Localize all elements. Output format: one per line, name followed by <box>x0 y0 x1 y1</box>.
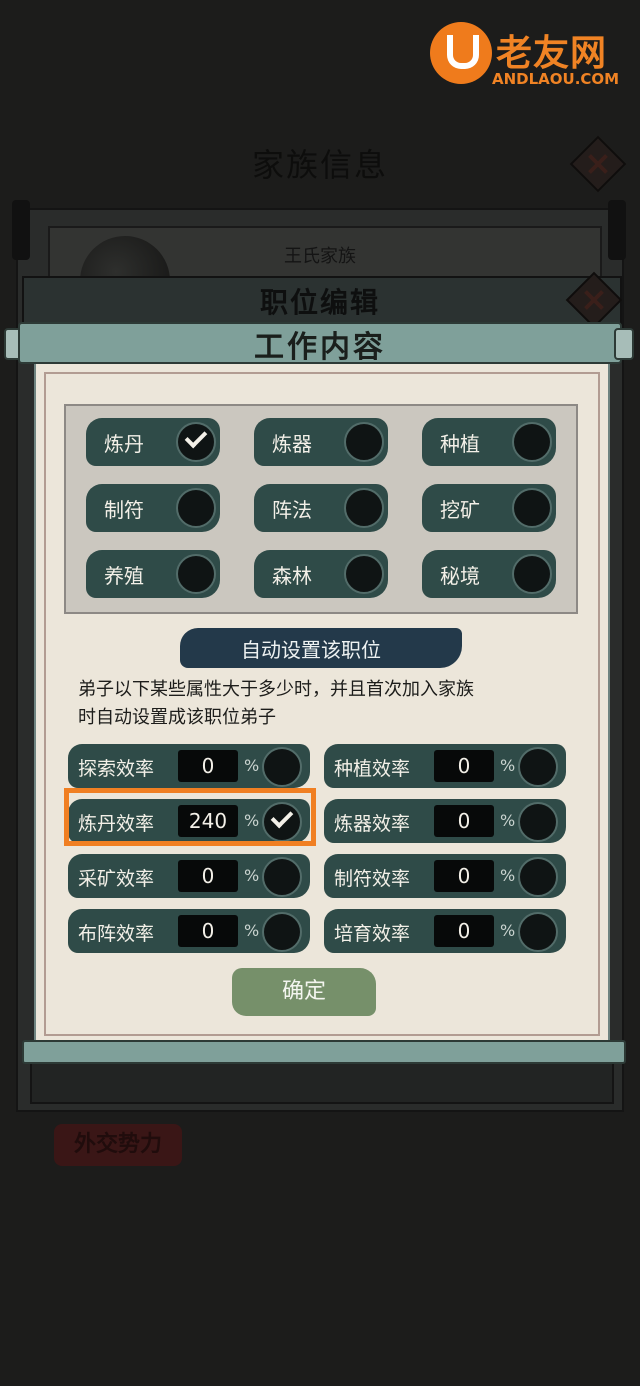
efficiency-label: 探索效率 <box>78 758 155 780</box>
efficiency-label: 采矿效率 <box>78 868 155 890</box>
checkbox-unchecked[interactable] <box>512 488 552 528</box>
job-option-forging[interactable]: 炼器 <box>254 418 388 466</box>
checkbox-unchecked[interactable] <box>176 488 216 528</box>
percent-unit: % <box>500 756 516 775</box>
checkbox-unchecked[interactable] <box>518 857 558 897</box>
dialog-title: 工作内容 <box>254 330 386 365</box>
efficiency-input[interactable]: 0 <box>434 750 494 782</box>
percent-unit: % <box>500 921 516 940</box>
job-option-forest[interactable]: 森林 <box>254 550 388 598</box>
checkbox-unchecked[interactable] <box>518 802 558 842</box>
job-option-mining[interactable]: 挖矿 <box>422 484 556 532</box>
efficiency-forging: 炼器效率 0 % <box>324 799 566 843</box>
dialog-bottom-rod <box>22 1040 626 1064</box>
logo-icon <box>430 22 492 84</box>
efficiency-formation: 布阵效率 0 % <box>68 909 310 953</box>
checkbox-unchecked[interactable] <box>518 912 558 952</box>
logo-domain: ANDLAOU.COM <box>492 70 620 88</box>
efficiency-label: 炼器效率 <box>334 813 411 835</box>
percent-unit: % <box>244 756 260 775</box>
checkbox-unchecked[interactable] <box>344 422 384 462</box>
job-label: 种植 <box>440 432 480 456</box>
efficiency-input[interactable]: 0 <box>178 860 238 892</box>
job-option-alchemy[interactable]: 炼丹 <box>86 418 220 466</box>
auto-set-title: 自动设置该职位 <box>241 638 381 662</box>
job-label: 养殖 <box>104 564 144 588</box>
checkbox-unchecked[interactable] <box>262 747 302 787</box>
job-option-secret-realm[interactable]: 秘境 <box>422 550 556 598</box>
check-icon <box>184 425 208 449</box>
job-label: 炼器 <box>272 432 312 456</box>
efficiency-input[interactable]: 0 <box>434 805 494 837</box>
job-label: 炼丹 <box>104 432 144 456</box>
percent-unit: % <box>500 811 516 830</box>
efficiency-label: 培育效率 <box>334 923 411 945</box>
efficiency-label: 制符效率 <box>334 868 411 890</box>
efficiency-cultivation: 培育效率 0 % <box>324 909 566 953</box>
bg-family-name: 王氏家族 <box>284 246 356 267</box>
description-line-2: 时自动设置成该职位弟子 <box>78 707 276 728</box>
bg-role-edit-title: 职位编辑 <box>259 286 380 319</box>
checkbox-unchecked[interactable] <box>344 488 384 528</box>
efficiency-mining: 采矿效率 0 % <box>68 854 310 898</box>
checkbox-unchecked[interactable] <box>512 554 552 594</box>
job-label: 挖矿 <box>440 498 480 522</box>
confirm-button[interactable]: 确定 <box>232 968 376 1016</box>
efficiency-label: 种植效率 <box>334 758 411 780</box>
job-label: 制符 <box>104 498 144 522</box>
job-label: 森林 <box>272 564 312 588</box>
checkbox-unchecked[interactable] <box>176 554 216 594</box>
highlight-box <box>64 788 316 846</box>
checkbox-unchecked[interactable] <box>344 554 384 594</box>
logo-brand: 老友网 <box>496 33 608 74</box>
job-option-formation[interactable]: 阵法 <box>254 484 388 532</box>
checkbox-unchecked[interactable] <box>512 422 552 462</box>
efficiency-label: 布阵效率 <box>78 923 155 945</box>
efficiency-input[interactable]: 0 <box>434 860 494 892</box>
percent-unit: % <box>244 866 260 885</box>
watermark-logo: 老友网 ANDLAOU.COM <box>430 22 630 92</box>
efficiency-input[interactable]: 0 <box>178 750 238 782</box>
job-label: 秘境 <box>440 564 480 588</box>
checkbox-checked[interactable] <box>176 422 216 462</box>
checkbox-unchecked[interactable] <box>262 912 302 952</box>
bg-bottom-rod <box>30 1060 614 1104</box>
job-label: 阵法 <box>272 498 312 522</box>
checkbox-unchecked[interactable] <box>262 857 302 897</box>
auto-set-description: 弟子以下某些属性大于多少时，并且首次加入家族 时自动设置成该职位弟子 <box>78 676 578 732</box>
percent-unit: % <box>244 921 260 940</box>
bg-diplomacy-button[interactable]: 外交势力 <box>54 1124 182 1166</box>
efficiency-talisman: 制符效率 0 % <box>324 854 566 898</box>
efficiency-input[interactable]: 0 <box>178 915 238 947</box>
job-option-planting[interactable]: 种植 <box>422 418 556 466</box>
job-option-breeding[interactable]: 养殖 <box>86 550 220 598</box>
efficiency-planting: 种植效率 0 % <box>324 744 566 788</box>
percent-unit: % <box>500 866 516 885</box>
description-line-1: 弟子以下某些属性大于多少时，并且首次加入家族 <box>78 679 474 700</box>
bg-page-title: 家族信息 <box>251 146 388 184</box>
job-option-talisman[interactable]: 制符 <box>86 484 220 532</box>
checkbox-unchecked[interactable] <box>518 747 558 787</box>
efficiency-input[interactable]: 0 <box>434 915 494 947</box>
efficiency-explore: 探索效率 0 % <box>68 744 310 788</box>
